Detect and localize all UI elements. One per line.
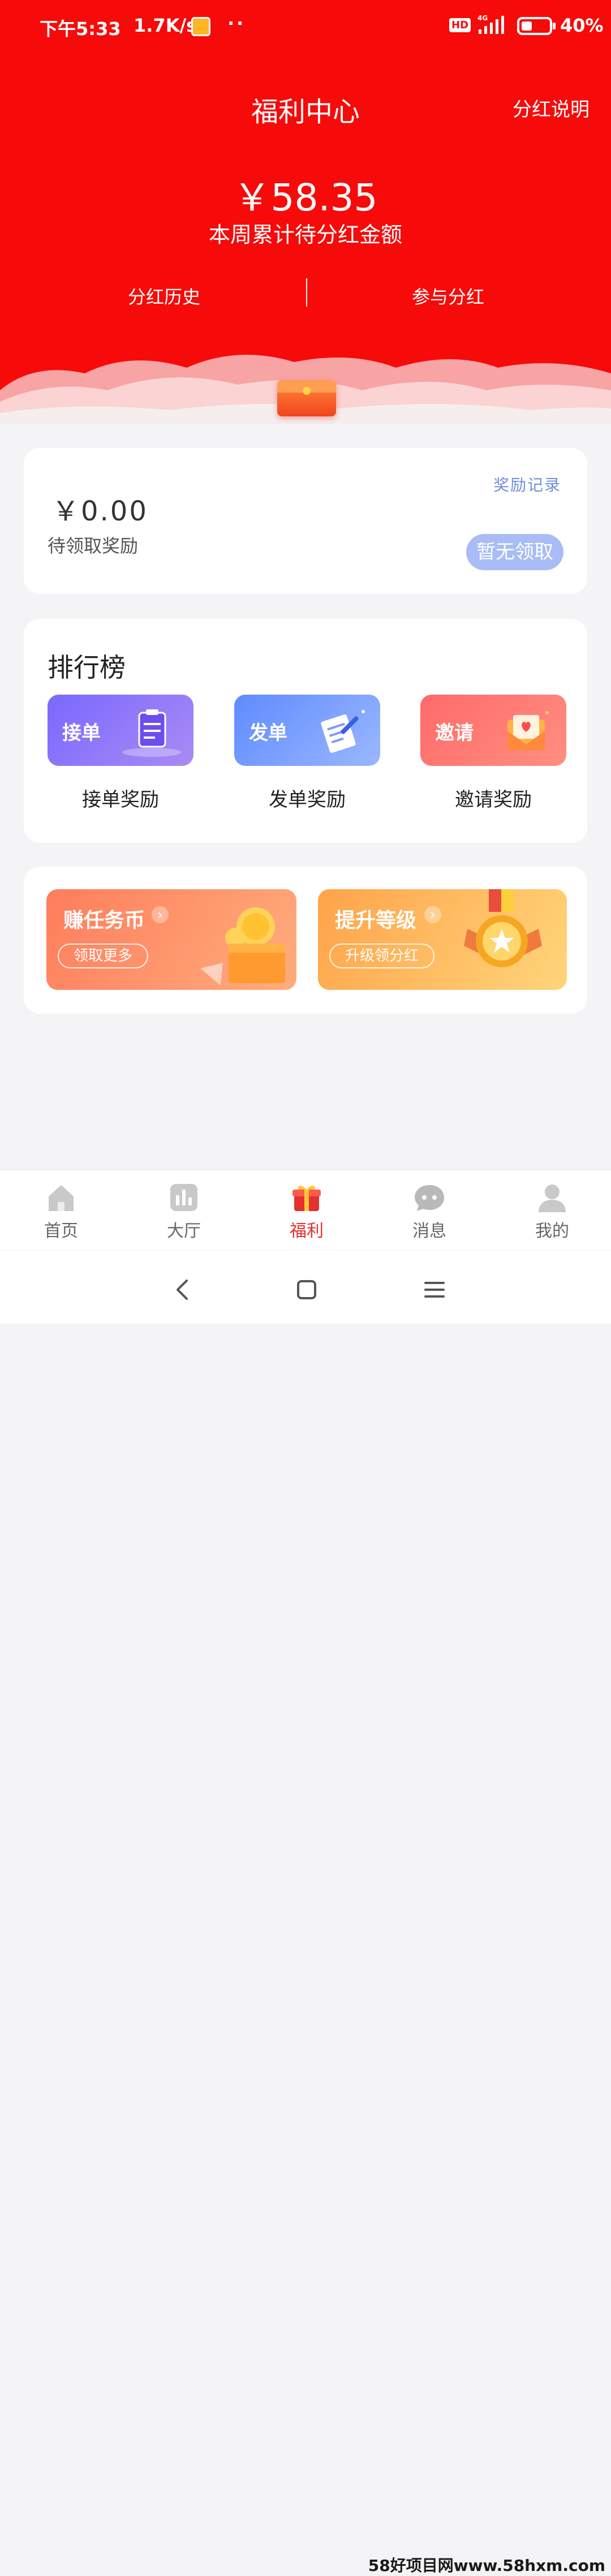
nav-item-welfare[interactable]: 福利 — [267, 1182, 346, 1242]
home-icon — [49, 1185, 74, 1211]
tile-text: 发单 — [249, 722, 287, 744]
watermark: 58好项目网www.58hxm.com — [368, 2556, 605, 2575]
signal-icon: 4G — [477, 14, 504, 34]
chevron-right-icon: › — [152, 906, 169, 923]
nav-item-hall[interactable]: 大厅 — [144, 1182, 223, 1242]
dividend-explain-link[interactable]: 分红说明 — [513, 94, 590, 122]
chat-icon — [415, 1185, 444, 1211]
gift-icon — [292, 1186, 321, 1211]
ranking-card: 排行榜 接单 接单奖励 发单 发单奖励 邀请 邀请奖励 — [24, 619, 587, 843]
medal-icon — [464, 889, 542, 967]
pending-reward-label: 待领取奖励 — [48, 535, 139, 557]
claim-more-button[interactable]: 领取更多 — [58, 944, 149, 968]
user-icon — [539, 1184, 566, 1212]
take-order-tile[interactable]: 接单 — [48, 695, 193, 766]
heart-envelope-icon — [507, 711, 549, 750]
take-order-reward-label[interactable]: 接单奖励 — [48, 784, 193, 812]
status-speed: 1.7K/s — [134, 15, 197, 36]
nav-item-home[interactable]: 首页 — [21, 1182, 101, 1242]
invite-tile[interactable]: 邀请 — [420, 695, 566, 766]
status-dots: ·· — [227, 12, 246, 34]
nav-item-me[interactable]: 我的 — [513, 1182, 592, 1242]
nav-label: 消息 — [412, 1221, 446, 1241]
status-time: 下午5:33 — [40, 18, 121, 40]
chevron-right-icon: › — [424, 906, 441, 923]
notification-icon — [191, 17, 210, 36]
join-dividend-link[interactable]: 参与分红 — [335, 283, 561, 309]
dividend-history-link[interactable]: 分红历史 — [51, 283, 277, 309]
red-envelope-icon — [277, 380, 336, 416]
dividend-amount-label: 本周累计待分红金额 — [208, 222, 402, 247]
document-pen-icon — [321, 710, 365, 753]
status-bar: 下午5:33 1.7K/s ·· HD 4G 40% — [0, 0, 611, 52]
ranking-title: 排行榜 — [48, 652, 126, 683]
invite-reward-label[interactable]: 邀请奖励 — [420, 784, 566, 812]
tile-text: 邀请 — [435, 722, 474, 744]
nav-label: 福利 — [290, 1221, 324, 1241]
hd-badge: HD — [449, 18, 471, 32]
chart-icon — [170, 1184, 197, 1211]
claim-button[interactable]: 暂无领取 — [466, 534, 563, 570]
post-order-reward-label[interactable]: 发单奖励 — [234, 784, 380, 812]
post-order-tile[interactable]: 发单 — [234, 695, 380, 766]
upgrade-level-banner[interactable]: 提升等级 › 升级领分红 — [318, 889, 567, 990]
clipboard-icon — [122, 709, 181, 757]
promo-card: 赚任务币 › 领取更多 提升等级 › 升级领分红 — [24, 867, 587, 1014]
tile-text: 接单 — [62, 722, 101, 744]
menu-icon[interactable] — [418, 1273, 451, 1307]
coin-box-icon — [200, 907, 285, 985]
nav-label: 首页 — [44, 1221, 78, 1241]
nav-item-messages[interactable]: 消息 — [390, 1182, 469, 1242]
back-icon[interactable] — [165, 1273, 199, 1307]
nav-label: 我的 — [535, 1221, 569, 1241]
promo-title: 提升等级 — [335, 909, 417, 932]
upgrade-dividend-button[interactable]: 升级领分红 — [329, 944, 435, 968]
dividend-amount: ￥58.35 — [233, 176, 378, 219]
home-square-icon[interactable] — [290, 1273, 324, 1307]
earn-coins-banner[interactable]: 赚任务币 › 领取更多 — [46, 889, 296, 990]
reward-record-link[interactable]: 奖励记录 — [493, 473, 561, 496]
battery-level: 40% — [560, 15, 604, 36]
network-type: 4G — [477, 14, 488, 22]
promo-title: 赚任务币 — [63, 909, 145, 932]
header: 下午5:33 1.7K/s ·· HD 4G 40% 福利中心 分红说明 ￥58… — [0, 0, 611, 424]
pending-reward-card: ￥0.00 待领取奖励 奖励记录 暂无领取 — [24, 448, 587, 594]
pending-reward-amount: ￥0.00 — [52, 496, 148, 527]
system-nav-bar: 58好项目网www.58hxm.com — [0, 1250, 611, 2575]
header-divider — [306, 278, 307, 307]
bottom-nav: 首页 大厅 福利 消息 我的 — [0, 1170, 611, 1250]
nav-label: 大厅 — [167, 1221, 201, 1241]
battery-icon — [517, 17, 556, 35]
